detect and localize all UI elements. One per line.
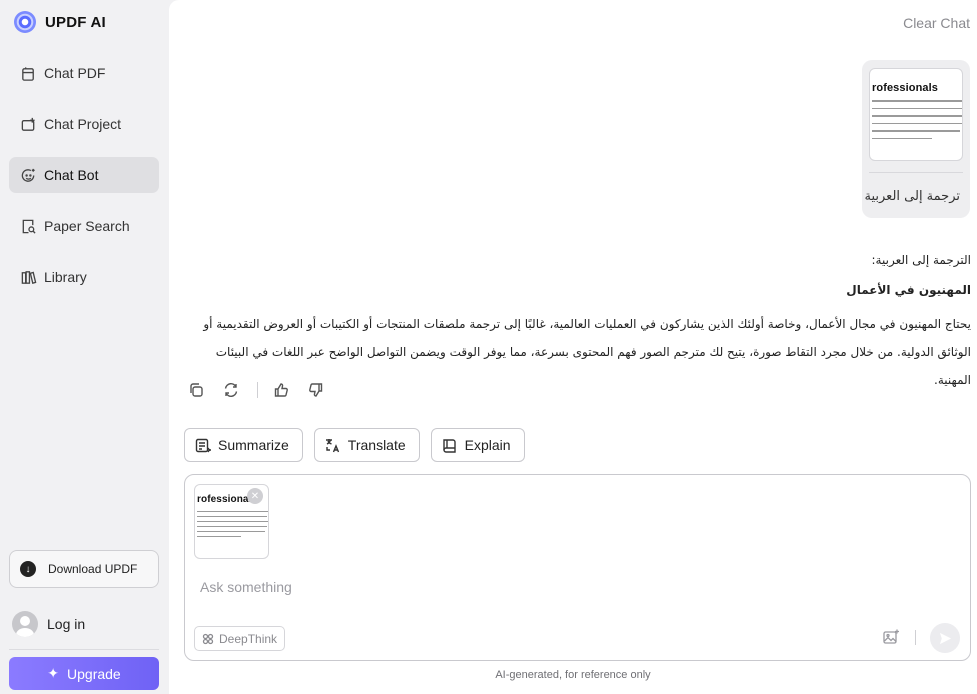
- sidebar-divider: [9, 649, 159, 650]
- updf-logo-icon: [14, 11, 36, 33]
- answer-intro: الترجمة إلى العربية:: [871, 253, 971, 267]
- image-upload-icon[interactable]: [882, 628, 900, 646]
- quick-actions: Summarize Translate Explain: [184, 428, 525, 462]
- remove-attachment-icon[interactable]: ✕: [247, 488, 263, 504]
- ai-disclaimer: AI-generated, for reference only: [495, 669, 651, 681]
- thumbs-down-icon[interactable]: [307, 381, 325, 399]
- avatar: [12, 611, 38, 637]
- sidebar-item-chat-bot[interactable]: Chat Bot: [9, 157, 159, 193]
- copy-icon[interactable]: [187, 381, 205, 399]
- actions-divider: [257, 382, 258, 398]
- sidebar-item-label: Chat Bot: [44, 167, 99, 183]
- sidebar-nav: Chat PDF Chat Project Chat Bot Paper Sea…: [9, 55, 159, 310]
- upgrade-label: Upgrade: [67, 665, 121, 682]
- login-button[interactable]: Log in: [12, 611, 85, 637]
- chat-panel: Clear Chat rofessionals ترجمة إلى العربي…: [169, 0, 977, 694]
- sidebar-item-label: Paper Search: [44, 218, 130, 234]
- sidebar-item-chat-pdf[interactable]: Chat PDF: [9, 55, 159, 91]
- sidebar-item-label: Chat PDF: [44, 65, 106, 81]
- download-label: Download UPDF: [48, 562, 138, 576]
- message-composer: rofessionals ✕ DeepThink: [184, 474, 971, 661]
- deepthink-label: DeepThink: [219, 631, 278, 646]
- upgrade-button[interactable]: ✦ Upgrade: [9, 657, 159, 690]
- explain-label: Explain: [464, 437, 511, 453]
- translate-label: Translate: [347, 437, 406, 453]
- chat-project-icon: [19, 115, 37, 133]
- sidebar-item-chat-project[interactable]: Chat Project: [9, 106, 159, 142]
- brand[interactable]: UPDF AI: [14, 11, 106, 33]
- user-message-bubble: rofessionals ترجمة إلى العربية: [862, 60, 970, 218]
- login-label: Log in: [47, 616, 86, 632]
- answer-actions: [187, 381, 342, 399]
- deepthink-icon: [202, 633, 214, 644]
- bubble-divider: [869, 172, 963, 173]
- attachment-title: rofessionals: [872, 82, 939, 94]
- explain-icon: [442, 438, 456, 453]
- summarize-icon: [195, 438, 211, 452]
- sidebar: UPDF AI Chat PDF Chat Project Chat Bot P…: [0, 0, 168, 694]
- sidebar-item-library[interactable]: Library: [9, 259, 159, 295]
- brand-name: UPDF AI: [45, 13, 106, 31]
- download-icon: ↓: [20, 561, 36, 577]
- clear-chat-button[interactable]: Clear Chat: [903, 15, 970, 31]
- answer-heading: المهنيون في الأعمال: [846, 283, 971, 297]
- chat-bot-icon: [19, 166, 37, 184]
- summarize-button[interactable]: Summarize: [184, 428, 303, 462]
- user-message-text: ترجمة إلى العربية: [864, 189, 960, 204]
- attachment-text-lines: [872, 100, 962, 139]
- composer-divider: [915, 630, 916, 645]
- send-icon: [939, 632, 951, 644]
- thumbs-up-icon[interactable]: [272, 381, 290, 399]
- explain-button[interactable]: Explain: [430, 428, 525, 462]
- chat-pdf-icon: [19, 64, 37, 82]
- download-updf-button[interactable]: ↓ Download UPDF: [9, 550, 159, 588]
- sidebar-item-paper-search[interactable]: Paper Search: [9, 208, 159, 244]
- user-attachment-thumbnail[interactable]: rofessionals: [869, 68, 963, 161]
- paper-search-icon: [19, 217, 37, 235]
- send-button[interactable]: [930, 623, 960, 653]
- ask-input[interactable]: [200, 579, 700, 595]
- deepthink-toggle[interactable]: DeepThink: [194, 626, 286, 651]
- library-icon: [19, 268, 37, 286]
- sidebar-item-label: Chat Project: [44, 116, 122, 132]
- sidebar-item-label: Library: [44, 269, 87, 285]
- attachment-text-lines: [197, 511, 268, 537]
- ai-answer: الترجمة إلى العربية: المهنيون في الأعمال…: [187, 253, 971, 394]
- translate-icon: [325, 438, 339, 452]
- sparkle-icon: ✦: [47, 665, 60, 681]
- translate-button[interactable]: Translate: [313, 428, 420, 462]
- summarize-label: Summarize: [218, 437, 289, 453]
- regenerate-icon[interactable]: [222, 381, 240, 399]
